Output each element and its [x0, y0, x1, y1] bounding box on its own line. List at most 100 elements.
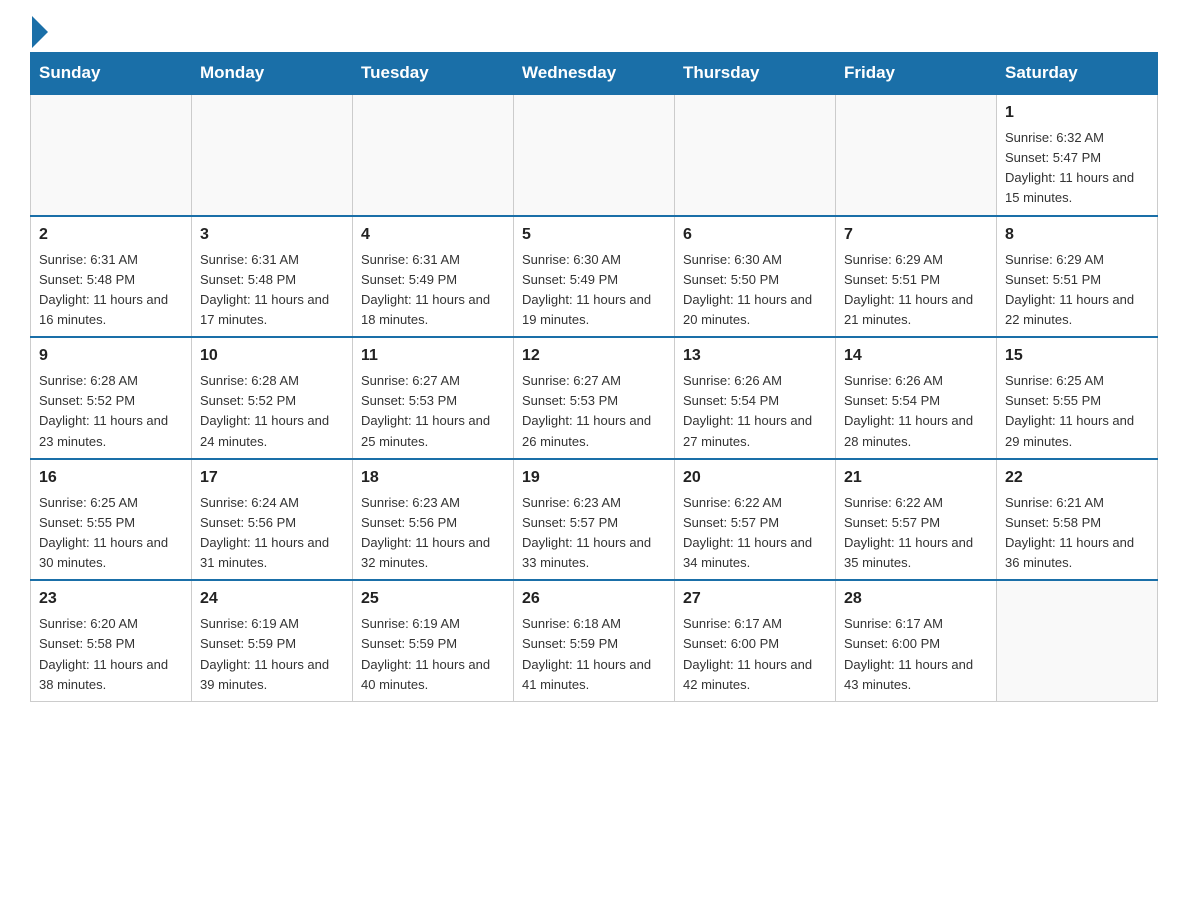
calendar-cell: 28 Sunrise: 6:17 AMSunset: 6:00 PMDayligh…	[836, 580, 997, 701]
calendar-cell: 19 Sunrise: 6:23 AMSunset: 5:57 PMDayligh…	[514, 459, 675, 581]
calendar-cell: 7 Sunrise: 6:29 AMSunset: 5:51 PMDaylight…	[836, 216, 997, 338]
calendar-cell	[997, 580, 1158, 701]
calendar-cell: 21 Sunrise: 6:22 AMSunset: 5:57 PMDayligh…	[836, 459, 997, 581]
calendar-cell: 10 Sunrise: 6:28 AMSunset: 5:52 PMDayligh…	[192, 337, 353, 459]
day-number: 8	[1005, 223, 1149, 247]
day-info: Sunrise: 6:20 AMSunset: 5:58 PMDaylight:…	[39, 614, 183, 695]
calendar-cell: 18Sunrise: 6:23 AMSunset: 5:56 PMDayligh…	[353, 459, 514, 581]
day-info: Sunrise: 6:27 AMSunset: 5:53 PMDaylight:…	[522, 371, 666, 452]
calendar-cell: 9 Sunrise: 6:28 AMSunset: 5:52 PMDaylight…	[31, 337, 192, 459]
calendar-cell: 20 Sunrise: 6:22 AMSunset: 5:57 PMDayligh…	[675, 459, 836, 581]
day-info: Sunrise: 6:25 AMSunset: 5:55 PMDaylight:…	[1005, 371, 1149, 452]
day-info: Sunrise: 6:28 AMSunset: 5:52 PMDaylight:…	[200, 371, 344, 452]
day-info: Sunrise: 6:17 AMSunset: 6:00 PMDaylight:…	[844, 614, 988, 695]
calendar-cell: 14 Sunrise: 6:26 AMSunset: 5:54 PMDayligh…	[836, 337, 997, 459]
calendar-cell	[31, 94, 192, 216]
day-info: Sunrise: 6:27 AMSunset: 5:53 PMDaylight:…	[361, 371, 505, 452]
day-info: Sunrise: 6:29 AMSunset: 5:51 PMDaylight:…	[1005, 250, 1149, 331]
calendar-header-monday: Monday	[192, 53, 353, 95]
day-number: 24	[200, 587, 344, 611]
calendar-cell: 2 Sunrise: 6:31 AMSunset: 5:48 PMDaylight…	[31, 216, 192, 338]
calendar-week-row: 16 Sunrise: 6:25 AMSunset: 5:55 PMDayligh…	[31, 459, 1158, 581]
day-number: 28	[844, 587, 988, 611]
calendar-cell	[675, 94, 836, 216]
calendar-week-row: 23 Sunrise: 6:20 AMSunset: 5:58 PMDayligh…	[31, 580, 1158, 701]
calendar-cell: 23 Sunrise: 6:20 AMSunset: 5:58 PMDayligh…	[31, 580, 192, 701]
day-info: Sunrise: 6:28 AMSunset: 5:52 PMDaylight:…	[39, 371, 183, 452]
calendar-header-sunday: Sunday	[31, 53, 192, 95]
calendar-header-wednesday: Wednesday	[514, 53, 675, 95]
page-header	[30, 20, 1158, 42]
day-number: 23	[39, 587, 183, 611]
day-info: Sunrise: 6:31 AMSunset: 5:48 PMDaylight:…	[200, 250, 344, 331]
day-number: 1	[1005, 101, 1149, 125]
calendar-header-row: SundayMondayTuesdayWednesdayThursdayFrid…	[31, 53, 1158, 95]
calendar-cell: 15Sunrise: 6:25 AMSunset: 5:55 PMDayligh…	[997, 337, 1158, 459]
day-info: Sunrise: 6:23 AMSunset: 5:57 PMDaylight:…	[522, 493, 666, 574]
calendar-header-friday: Friday	[836, 53, 997, 95]
calendar-cell	[192, 94, 353, 216]
day-number: 26	[522, 587, 666, 611]
day-info: Sunrise: 6:19 AMSunset: 5:59 PMDaylight:…	[361, 614, 505, 695]
day-number: 12	[522, 344, 666, 368]
calendar-cell: 24 Sunrise: 6:19 AMSunset: 5:59 PMDayligh…	[192, 580, 353, 701]
day-info: Sunrise: 6:26 AMSunset: 5:54 PMDaylight:…	[844, 371, 988, 452]
day-info: Sunrise: 6:23 AMSunset: 5:56 PMDaylight:…	[361, 493, 505, 574]
logo	[30, 20, 48, 42]
calendar-cell: 4 Sunrise: 6:31 AMSunset: 5:49 PMDaylight…	[353, 216, 514, 338]
day-number: 4	[361, 223, 505, 247]
calendar-cell: 27 Sunrise: 6:17 AMSunset: 6:00 PMDayligh…	[675, 580, 836, 701]
day-info: Sunrise: 6:19 AMSunset: 5:59 PMDaylight:…	[200, 614, 344, 695]
calendar-cell: 11 Sunrise: 6:27 AMSunset: 5:53 PMDayligh…	[353, 337, 514, 459]
day-info: Sunrise: 6:31 AMSunset: 5:48 PMDaylight:…	[39, 250, 183, 331]
day-info: Sunrise: 6:29 AMSunset: 5:51 PMDaylight:…	[844, 250, 988, 331]
day-info: Sunrise: 6:32 AMSunset: 5:47 PMDaylight:…	[1005, 128, 1149, 209]
day-number: 22	[1005, 466, 1149, 490]
calendar-cell	[353, 94, 514, 216]
day-number: 11	[361, 344, 505, 368]
calendar-cell: 25Sunrise: 6:19 AMSunset: 5:59 PMDayligh…	[353, 580, 514, 701]
calendar-cell: 5 Sunrise: 6:30 AMSunset: 5:49 PMDaylight…	[514, 216, 675, 338]
day-number: 7	[844, 223, 988, 247]
day-number: 3	[200, 223, 344, 247]
day-number: 17	[200, 466, 344, 490]
calendar-cell: 26 Sunrise: 6:18 AMSunset: 5:59 PMDayligh…	[514, 580, 675, 701]
calendar-cell: 17 Sunrise: 6:24 AMSunset: 5:56 PMDayligh…	[192, 459, 353, 581]
calendar-week-row: 2 Sunrise: 6:31 AMSunset: 5:48 PMDaylight…	[31, 216, 1158, 338]
day-info: Sunrise: 6:30 AMSunset: 5:50 PMDaylight:…	[683, 250, 827, 331]
day-info: Sunrise: 6:24 AMSunset: 5:56 PMDaylight:…	[200, 493, 344, 574]
day-number: 19	[522, 466, 666, 490]
calendar-cell: 12 Sunrise: 6:27 AMSunset: 5:53 PMDayligh…	[514, 337, 675, 459]
day-info: Sunrise: 6:18 AMSunset: 5:59 PMDaylight:…	[522, 614, 666, 695]
day-number: 2	[39, 223, 183, 247]
calendar-cell: 16 Sunrise: 6:25 AMSunset: 5:55 PMDayligh…	[31, 459, 192, 581]
day-info: Sunrise: 6:17 AMSunset: 6:00 PMDaylight:…	[683, 614, 827, 695]
day-info: Sunrise: 6:22 AMSunset: 5:57 PMDaylight:…	[683, 493, 827, 574]
day-info: Sunrise: 6:22 AMSunset: 5:57 PMDaylight:…	[844, 493, 988, 574]
day-number: 14	[844, 344, 988, 368]
day-info: Sunrise: 6:25 AMSunset: 5:55 PMDaylight:…	[39, 493, 183, 574]
calendar-cell: 3 Sunrise: 6:31 AMSunset: 5:48 PMDaylight…	[192, 216, 353, 338]
calendar-cell: 6 Sunrise: 6:30 AMSunset: 5:50 PMDaylight…	[675, 216, 836, 338]
calendar-cell: 13 Sunrise: 6:26 AMSunset: 5:54 PMDayligh…	[675, 337, 836, 459]
day-number: 6	[683, 223, 827, 247]
calendar-header-thursday: Thursday	[675, 53, 836, 95]
day-number: 10	[200, 344, 344, 368]
calendar-table: SundayMondayTuesdayWednesdayThursdayFrid…	[30, 52, 1158, 702]
day-info: Sunrise: 6:26 AMSunset: 5:54 PMDaylight:…	[683, 371, 827, 452]
calendar-cell: 8 Sunrise: 6:29 AMSunset: 5:51 PMDaylight…	[997, 216, 1158, 338]
calendar-header-saturday: Saturday	[997, 53, 1158, 95]
day-number: 16	[39, 466, 183, 490]
day-info: Sunrise: 6:31 AMSunset: 5:49 PMDaylight:…	[361, 250, 505, 331]
day-number: 9	[39, 344, 183, 368]
day-number: 13	[683, 344, 827, 368]
day-info: Sunrise: 6:21 AMSunset: 5:58 PMDaylight:…	[1005, 493, 1149, 574]
day-number: 27	[683, 587, 827, 611]
day-number: 20	[683, 466, 827, 490]
day-info: Sunrise: 6:30 AMSunset: 5:49 PMDaylight:…	[522, 250, 666, 331]
calendar-cell	[836, 94, 997, 216]
calendar-header-tuesday: Tuesday	[353, 53, 514, 95]
day-number: 5	[522, 223, 666, 247]
calendar-cell: 1 Sunrise: 6:32 AMSunset: 5:47 PMDaylight…	[997, 94, 1158, 216]
day-number: 21	[844, 466, 988, 490]
